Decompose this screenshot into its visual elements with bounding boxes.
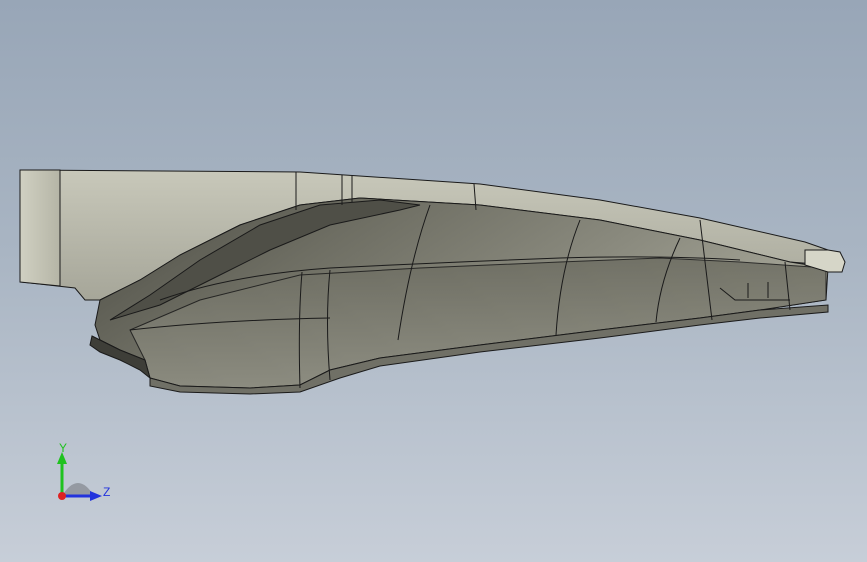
y-axis-label: Y [59,441,67,455]
z-axis-arrow [90,491,102,501]
x-axis-dot [58,492,66,500]
model-part[interactable] [0,0,867,562]
orientation-triad: Y Z [57,441,110,501]
triad-plane [62,483,94,496]
z-axis-label: Z [103,485,110,499]
graphics-viewport[interactable]: Y Z [0,0,867,562]
model-left-face [19,169,61,287]
